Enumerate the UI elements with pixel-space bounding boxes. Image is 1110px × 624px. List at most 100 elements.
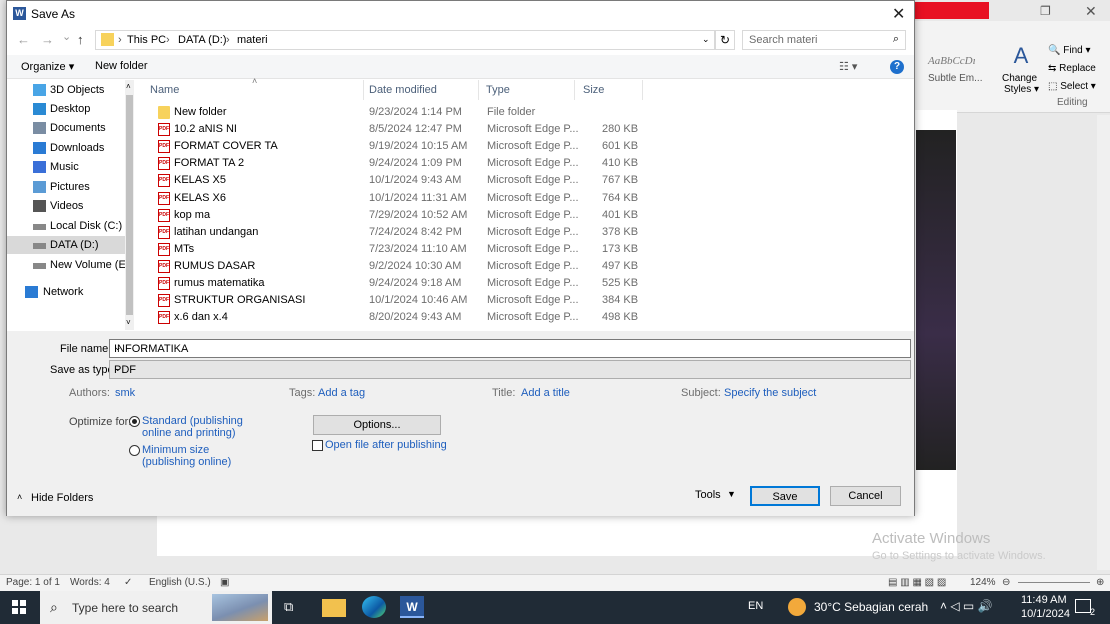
optimize-standard-radio[interactable] <box>129 416 140 427</box>
search-input[interactable]: Search materi <box>749 34 817 46</box>
cancel-button[interactable]: Cancel <box>830 486 901 506</box>
title-value[interactable]: Add a title <box>521 387 570 399</box>
input-language[interactable]: EN <box>748 600 763 612</box>
sidebar-item[interactable]: Videos <box>7 197 125 215</box>
sidebar-item[interactable]: Pictures <box>7 178 125 196</box>
column-size[interactable]: Size <box>575 80 643 100</box>
view-buttons[interactable]: ▤ ▥ ▦ ▧ ▨ <box>888 577 946 588</box>
chevron-down-icon[interactable]: ⌄ <box>702 34 710 45</box>
proofing-icon[interactable]: ✓ <box>124 577 132 588</box>
close-word-icon[interactable]: ✕ <box>1085 3 1097 20</box>
file-row[interactable]: PDF KELAS X5 10/1/2024 9:43 AM Microsoft Ed… <box>150 172 770 189</box>
file-row[interactable]: PDF KELAS X6 10/1/2024 11:31 AM Microsoft E… <box>150 190 770 207</box>
breadcrumb-this-pc[interactable]: This PC <box>127 34 166 46</box>
authors-value[interactable]: smk <box>115 387 135 399</box>
chevron-down-icon[interactable]: ⌄ <box>114 363 906 374</box>
scroll-up-icon[interactable]: ˄ <box>126 82 131 91</box>
change-styles-label-2[interactable]: Styles ▾ <box>1004 84 1039 95</box>
zoom-in-icon[interactable]: ⊕ <box>1096 577 1104 588</box>
optimize-minimum-label-2[interactable]: (publishing online) <box>142 456 231 468</box>
sidebar-item[interactable]: Downloads <box>7 139 125 157</box>
file-row[interactable]: New folder 9/23/2024 1:14 PM File folder <box>150 104 770 121</box>
notification-icon[interactable] <box>1075 599 1091 613</box>
weather-text[interactable]: 30°C Sebagian cerah <box>814 600 928 614</box>
style-preview[interactable]: AaBbCcDı Subtle Em... <box>928 43 988 93</box>
scroll-down-icon[interactable]: ˅ <box>126 318 131 327</box>
weather-icon[interactable] <box>788 598 806 616</box>
file-row[interactable]: PDF kop ma 7/29/2024 10:52 AM Microsoft Edg… <box>150 207 770 224</box>
vertical-scrollbar[interactable] <box>1097 115 1110 570</box>
tray-icons[interactable]: ˄ ◁ ▭ 🔊 <box>940 599 993 613</box>
open-after-label[interactable]: Open file after publishing <box>325 439 447 451</box>
chevron-up-icon[interactable]: ˄ <box>17 492 22 502</box>
sidebar-item[interactable]: Desktop <box>7 100 125 118</box>
select-button[interactable]: ⬚ Select ▾ <box>1048 81 1096 92</box>
word-count[interactable]: Words: 4 <box>70 577 110 588</box>
sidebar-item[interactable]: 3D Objects <box>7 81 125 99</box>
back-button[interactable]: ← <box>17 32 30 47</box>
file-row[interactable]: PDF RUMUS DASAR 9/2/2024 10:30 AM Microsoft… <box>150 258 770 275</box>
view-options-button[interactable]: ☷ ▾ <box>839 60 857 73</box>
change-styles-label[interactable]: Change <box>1002 73 1037 84</box>
macro-icon[interactable]: ▣ <box>220 577 229 588</box>
tools-button[interactable]: Tools <box>695 489 721 501</box>
taskbar-search[interactable]: ⌕ Type here to search <box>40 591 272 624</box>
file-row[interactable]: PDF rumus matematika 9/24/2024 9:18 AM Micr… <box>150 275 770 292</box>
taskbar-search-input[interactable]: Type here to search <box>72 601 178 615</box>
up-button[interactable]: ↑ <box>77 32 84 47</box>
sidebar-item[interactable]: DATA (D:) <box>7 236 125 254</box>
optimize-standard-label[interactable]: Standard (publishing <box>142 415 243 427</box>
sidebar-item[interactable]: Network <box>7 283 125 301</box>
replace-button[interactable]: ⇆ Replace <box>1048 63 1096 74</box>
help-icon[interactable]: ? <box>890 60 904 74</box>
subject-value[interactable]: Specify the subject <box>724 387 816 399</box>
organize-button[interactable]: Organize ▾ <box>21 60 74 73</box>
open-after-checkbox[interactable] <box>312 440 323 451</box>
save-button[interactable]: Save <box>750 486 820 506</box>
change-styles-icon[interactable]: A <box>1008 43 1034 69</box>
page-count[interactable]: Page: 1 of 1 <box>6 577 60 588</box>
start-icon[interactable] <box>12 600 26 614</box>
hide-folders-button[interactable]: Hide Folders <box>31 492 93 504</box>
file-row[interactable]: PDF FORMAT COVER TA 9/19/2024 10:15 AM Micr… <box>150 138 770 155</box>
search-icon[interactable]: ⌕ <box>893 33 899 46</box>
word-taskbar-icon[interactable]: W <box>400 596 424 618</box>
file-row[interactable]: PDF x.6 dan x.4 8/20/2024 9:43 AM Microsoft… <box>150 309 770 326</box>
file-row[interactable]: PDF STRUKTUR ORGANISASI 10/1/2024 10:46 AM… <box>150 292 770 309</box>
dialog-titlebar[interactable]: W Save As ✕ <box>7 1 914 27</box>
edge-icon[interactable] <box>362 596 386 618</box>
find-button[interactable]: 🔍 Find ▾ <box>1048 45 1091 56</box>
breadcrumb-data-d[interactable]: DATA (D:) <box>178 34 226 46</box>
tags-value[interactable]: Add a tag <box>318 387 365 399</box>
file-row[interactable]: PDF MTs 7/23/2024 11:10 AM Microsoft Edge P… <box>150 241 770 258</box>
sidebar-item[interactable]: Music <box>7 158 125 176</box>
file-row[interactable]: PDF FORMAT TA 2 9/24/2024 1:09 PM Microsoft… <box>150 155 770 172</box>
clock-date[interactable]: 10/1/2024 <box>1021 608 1070 620</box>
tools-dropdown-icon[interactable]: ▼ <box>727 489 736 499</box>
forward-button[interactable]: → <box>41 32 54 47</box>
file-name-field[interactable]: INFORMATIKA ⌄ <box>109 339 911 358</box>
sidebar-item[interactable]: Local Disk (C:) <box>7 217 125 235</box>
scroll-thumb[interactable] <box>126 95 133 315</box>
chevron-down-icon[interactable]: ⌄ <box>114 342 906 353</box>
close-icon[interactable]: ✕ <box>892 4 905 24</box>
save-type-select[interactable]: PDF ⌄ <box>109 360 911 379</box>
breadcrumb-materi[interactable]: materi <box>237 34 268 46</box>
zoom-level[interactable]: 124% <box>970 577 996 588</box>
recent-locations-button[interactable]: ⌄ <box>62 30 71 43</box>
navigation-scrollbar[interactable]: ˄ ˅ <box>125 80 134 330</box>
address-bar[interactable]: › This PC › DATA (D:) › materi ⌄ <box>95 30 715 50</box>
sidebar-item[interactable]: New Volume (E:) <box>7 256 133 274</box>
clock-time[interactable]: 11:49 AM <box>1021 594 1067 606</box>
task-view-icon[interactable]: ⧉ <box>284 599 308 621</box>
zoom-out-icon[interactable]: ⊖ <box>1002 577 1010 588</box>
optimize-standard-label-2[interactable]: online and printing) <box>142 427 236 439</box>
restore-icon[interactable]: ❐ <box>1040 4 1051 18</box>
file-explorer-icon[interactable] <box>322 599 346 617</box>
file-row[interactable]: PDF 10.2 aNIS NI 8/5/2024 12:47 PM Microsof… <box>150 121 770 138</box>
optimize-minimum-label[interactable]: Minimum size <box>142 444 209 456</box>
file-row[interactable]: PDF latihan undangan 7/24/2024 8:42 PM Micr… <box>150 224 770 241</box>
search-box[interactable]: Search materi ⌕ <box>742 30 906 50</box>
sidebar-item[interactable]: Documents <box>7 119 125 137</box>
options-button[interactable]: Options... <box>313 415 441 435</box>
